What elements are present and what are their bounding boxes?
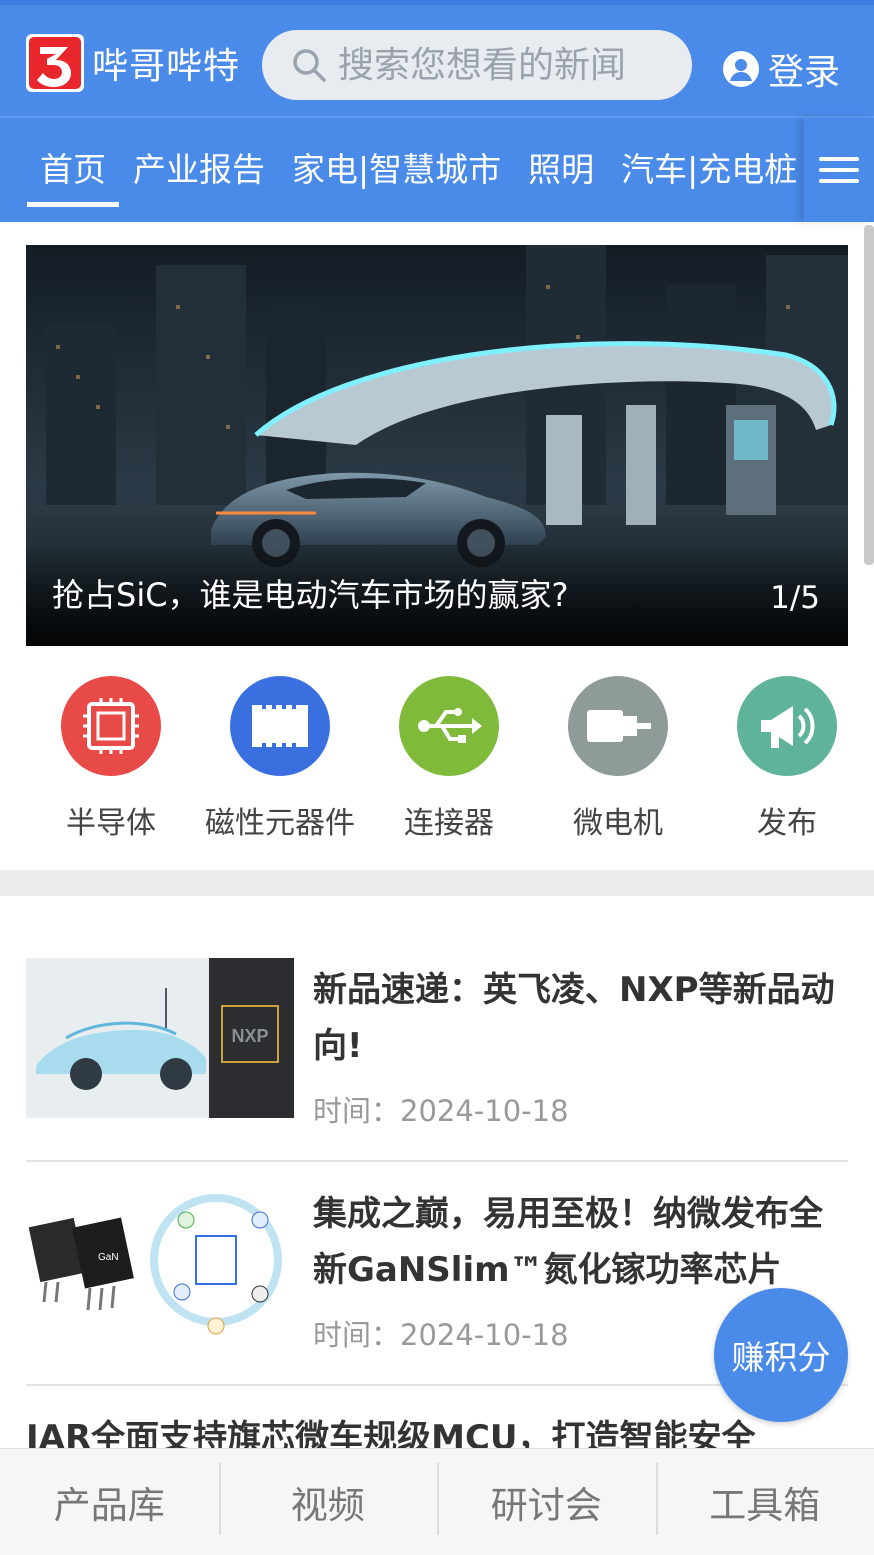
tab-lighting[interactable]: 照明 bbox=[528, 118, 594, 222]
login-label: 登录 bbox=[768, 52, 841, 93]
hamburger-icon bbox=[819, 150, 859, 190]
tab-auto-charging[interactable]: 汽车|充电桩 bbox=[621, 118, 797, 222]
motor-icon bbox=[568, 676, 668, 776]
earn-points-button[interactable]: 赚积分 bbox=[714, 1288, 848, 1422]
svg-text:NXP: NXP bbox=[231, 1026, 268, 1046]
bottom-tab-bar: 产品库 视频 研讨会 工具箱 bbox=[0, 1448, 874, 1555]
channel-nav: 首页 产业报告 家电|智慧城市 照明 汽车|充电桩 bbox=[0, 116, 874, 222]
banner-page-counter: 1/5 bbox=[770, 580, 820, 616]
login-button[interactable]: 登录 bbox=[722, 43, 840, 95]
search-bar[interactable] bbox=[262, 30, 692, 100]
site-name: 哔哥哔特 bbox=[92, 46, 241, 87]
search-icon bbox=[293, 49, 326, 82]
category-connector[interactable]: 连接器 bbox=[364, 676, 534, 842]
news-title[interactable]: 集成之巅，易用至极！纳微发布全新GaNSlim™氮化镓功率芯片 bbox=[313, 1186, 853, 1298]
category-grid: 半导体 磁性元器件 连接器 微电机 发布 bbox=[0, 676, 874, 846]
category-label: 微电机 bbox=[573, 806, 663, 841]
banner-carousel[interactable]: 抢占SiC，谁是电动汽车市场的赢家? 1/5 bbox=[26, 245, 848, 646]
svg-text:GaN: GaN bbox=[98, 1252, 119, 1263]
news-divider bbox=[26, 1160, 848, 1162]
category-semiconductor[interactable]: 半导体 bbox=[26, 676, 196, 842]
site-logo[interactable]: 哔哥哔特 bbox=[26, 34, 240, 92]
nav-menu-button[interactable] bbox=[804, 118, 874, 222]
magnetic-component-icon bbox=[230, 676, 330, 776]
tab-seminar[interactable]: 研讨会 bbox=[437, 1463, 656, 1535]
news-item[interactable]: NXP 新品速递：英飞凌、NXP等新品动向! 时间：2024-10-18 bbox=[26, 958, 848, 1128]
category-label: 磁性元器件 bbox=[205, 806, 355, 841]
category-micro-motor[interactable]: 微电机 bbox=[533, 676, 703, 842]
header: 哔哥哔特 登录 bbox=[0, 0, 874, 116]
section-divider bbox=[0, 870, 874, 896]
news-time: 时间：2024-10-18 bbox=[313, 1318, 569, 1352]
category-label: 连接器 bbox=[404, 806, 494, 841]
tab-product-library[interactable]: 产品库 bbox=[0, 1475, 219, 1529]
news-time: 时间：2024-10-18 bbox=[313, 1094, 569, 1128]
usb-icon bbox=[399, 676, 499, 776]
nav-tabs: 首页 产业报告 家电|智慧城市 照明 汽车|充电桩 bbox=[0, 118, 804, 222]
banner-title[interactable]: 抢占SiC，谁是电动汽车市场的赢家? bbox=[52, 570, 569, 616]
tab-home[interactable]: 首页 bbox=[27, 118, 119, 222]
category-label: 半导体 bbox=[66, 806, 156, 841]
news-thumbnail[interactable]: GaN bbox=[26, 1182, 294, 1342]
megaphone-icon bbox=[737, 676, 837, 776]
chip-icon bbox=[61, 676, 161, 776]
scrollbar[interactable] bbox=[864, 225, 874, 565]
news-title[interactable]: 新品速递：英飞凌、NXP等新品动向! bbox=[313, 962, 853, 1074]
tab-toolbox[interactable]: 工具箱 bbox=[655, 1463, 874, 1535]
category-publish[interactable]: 发布 bbox=[702, 676, 872, 842]
tab-industry-report[interactable]: 产业报告 bbox=[133, 118, 265, 222]
news-thumbnail[interactable]: NXP bbox=[26, 958, 294, 1118]
tab-video[interactable]: 视频 bbox=[218, 1463, 438, 1535]
category-label: 发布 bbox=[757, 806, 817, 841]
logo-3-icon bbox=[26, 34, 84, 92]
tab-appliance-smart-city[interactable]: 家电|智慧城市 bbox=[292, 118, 501, 222]
category-magnetic-components[interactable]: 磁性元器件 bbox=[195, 676, 365, 842]
user-icon bbox=[723, 51, 759, 87]
search-input[interactable] bbox=[338, 44, 678, 86]
